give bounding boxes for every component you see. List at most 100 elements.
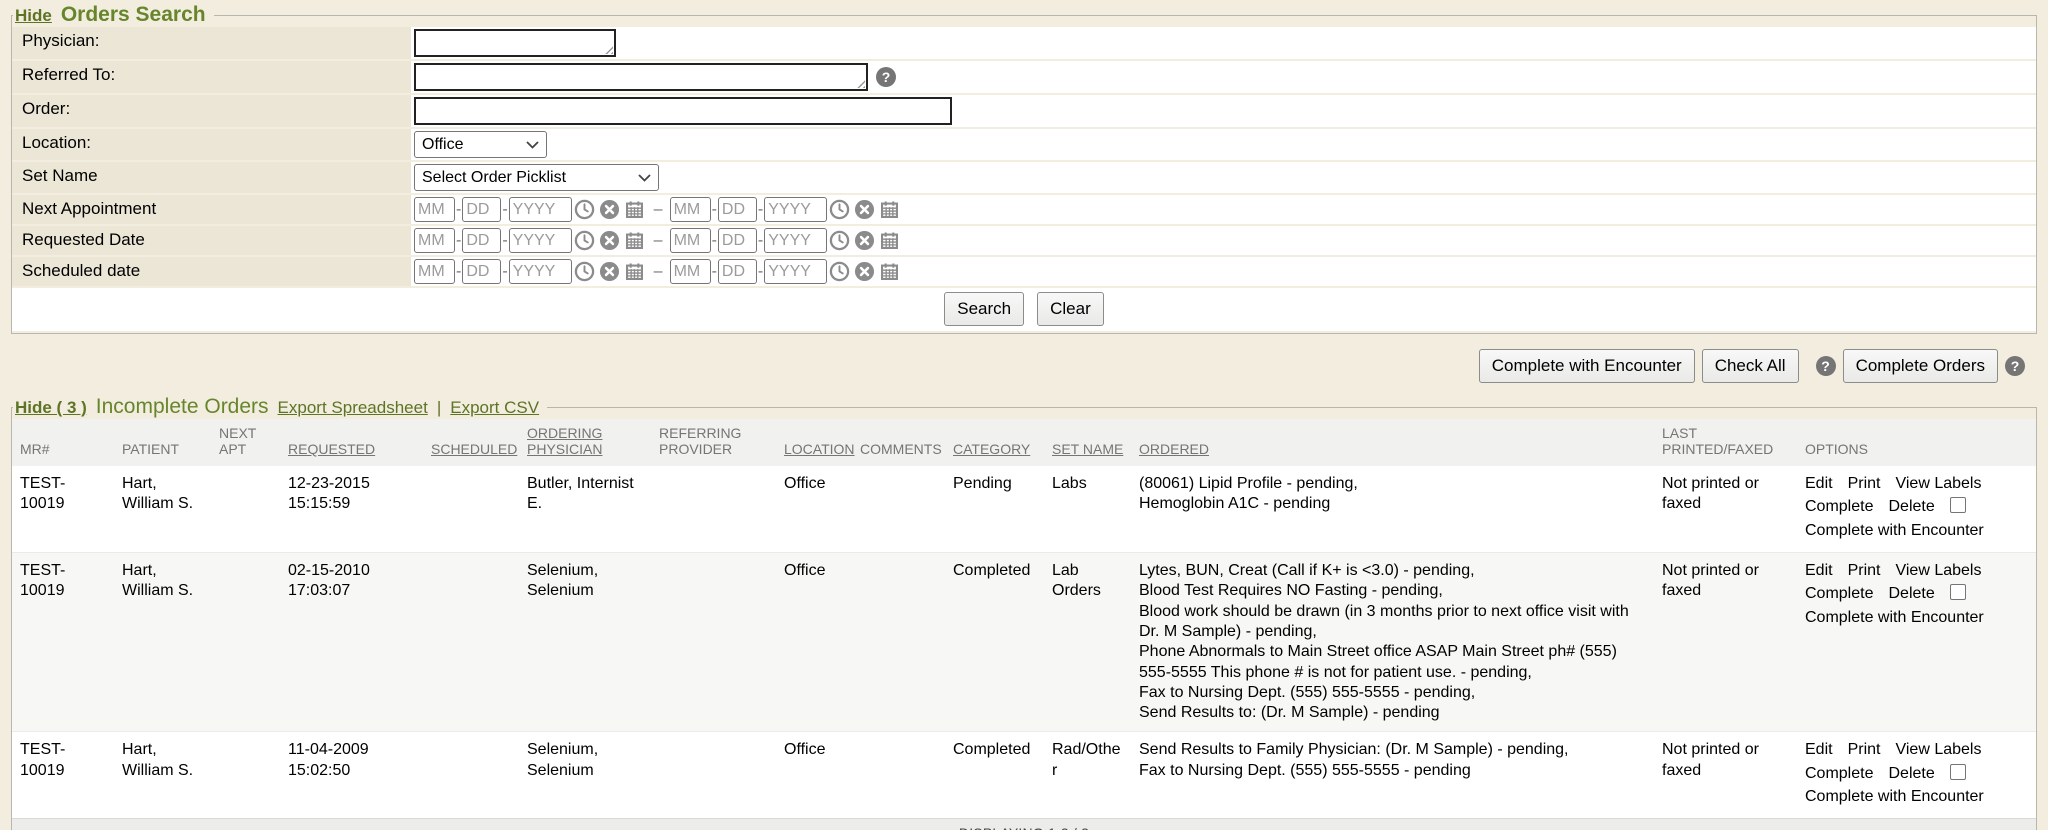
complete-orders-button[interactable]: Complete Orders [1843, 349, 1998, 383]
complete-with-encounter-link[interactable]: Complete with Encounter [1805, 609, 1984, 626]
order-select-checkbox[interactable] [1950, 764, 1966, 780]
table-row: TEST-10019Hart, William S.02-15-2010 17:… [12, 552, 2036, 732]
requested-date-to-year-input[interactable] [764, 228, 827, 253]
clock-icon[interactable] [574, 230, 595, 251]
referred-to-input[interactable] [414, 63, 868, 91]
col-label-requested[interactable]: REQUESTED [288, 441, 375, 457]
requested-date-from-day-input[interactable] [462, 228, 501, 253]
clear-date-icon[interactable] [599, 199, 620, 220]
clear-button[interactable]: Clear [1037, 292, 1104, 326]
hide-orders-link[interactable]: Hide ( 3 ) [15, 398, 87, 418]
ordered-item: Send Results to Family Physician: (Dr. M… [1139, 740, 1648, 760]
calendar-icon[interactable] [879, 230, 900, 251]
scheduled-date-from-month-input[interactable] [414, 259, 455, 284]
complete-with-encounter-button[interactable]: Complete with Encounter [1479, 349, 1695, 383]
calendar-icon[interactable] [879, 261, 900, 282]
requested-date-from-year-input[interactable] [509, 228, 572, 253]
scheduled-date-from-day-input[interactable] [462, 259, 501, 284]
calendar-icon[interactable] [624, 199, 645, 220]
order-select-checkbox[interactable] [1950, 584, 1966, 600]
scheduled-date-to-year-input[interactable] [764, 259, 827, 284]
print-link[interactable]: Print [1848, 475, 1881, 492]
clear-date-icon[interactable] [599, 230, 620, 251]
set-name-select[interactable]: Select Order Picklist [414, 164, 659, 191]
col-label-ordered[interactable]: ORDERED [1139, 441, 1209, 457]
location-select[interactable]: Office [414, 131, 547, 158]
hide-search-link[interactable]: Hide [15, 6, 52, 26]
order-select-checkbox[interactable] [1950, 497, 1966, 513]
scheduled-date-to-day-input[interactable] [718, 259, 757, 284]
view-labels-link[interactable]: View Labels [1895, 741, 1981, 758]
clock-icon[interactable] [574, 261, 595, 282]
complete-link[interactable]: Complete [1805, 498, 1873, 515]
cell-location: Office [776, 552, 852, 732]
next-appointment-to-year-input[interactable] [764, 197, 827, 222]
col-requested[interactable]: REQUESTED [280, 419, 423, 466]
clock-icon[interactable] [829, 199, 850, 220]
next-appointment-from-month-input[interactable] [414, 197, 455, 222]
cell-patient: Hart, William S. [114, 466, 211, 552]
col-label-scheduled[interactable]: SCHEDULED [431, 441, 517, 457]
clear-date-icon[interactable] [854, 261, 875, 282]
col-label-set-name[interactable]: SET NAME [1052, 441, 1123, 457]
physician-input[interactable] [414, 29, 616, 57]
print-link[interactable]: Print [1848, 562, 1881, 579]
col-set-name[interactable]: SET NAME [1044, 419, 1131, 466]
col-scheduled[interactable]: SCHEDULED [423, 419, 519, 466]
col-label-options: OPTIONS [1805, 441, 1868, 457]
help-icon[interactable]: ? [876, 67, 896, 87]
delete-link[interactable]: Delete [1888, 765, 1934, 782]
search-button[interactable]: Search [944, 292, 1024, 326]
next-appointment-from-day-input[interactable] [462, 197, 501, 222]
view-labels-link[interactable]: View Labels [1895, 475, 1981, 492]
cell-scheduled [423, 732, 519, 819]
order-input[interactable] [414, 97, 952, 125]
clock-icon[interactable] [829, 261, 850, 282]
clock-icon[interactable] [574, 199, 595, 220]
col-label-next-apt: NEXT APT [219, 425, 256, 457]
check-all-button[interactable]: Check All [1702, 349, 1799, 383]
next-appointment-to-day-input[interactable] [718, 197, 757, 222]
scheduled-date-to-month-input[interactable] [670, 259, 711, 284]
export-csv-link[interactable]: Export CSV [450, 398, 539, 418]
field-area-physician [411, 27, 2036, 59]
cell-last-printed-faxed: Not printed or faxed [1654, 732, 1797, 819]
col-label-category[interactable]: CATEGORY [953, 441, 1030, 457]
requested-date-from-month-input[interactable] [414, 228, 455, 253]
view-labels-link[interactable]: View Labels [1895, 562, 1981, 579]
requested-date-to-month-input[interactable] [670, 228, 711, 253]
col-category[interactable]: CATEGORY [945, 419, 1044, 466]
calendar-icon[interactable] [879, 199, 900, 220]
help-icon[interactable]: ? [1816, 356, 1836, 376]
clear-date-icon[interactable] [854, 199, 875, 220]
edit-link[interactable]: Edit [1805, 741, 1833, 758]
next-appointment-from-year-input[interactable] [509, 197, 572, 222]
clear-date-icon[interactable] [854, 230, 875, 251]
scheduled-date-from-year-input[interactable] [509, 259, 572, 284]
export-spreadsheet-link[interactable]: Export Spreadsheet [278, 398, 428, 418]
col-ordered[interactable]: ORDERED [1131, 419, 1654, 466]
col-ordering-physician[interactable]: ORDERING PHYSICIAN [519, 419, 651, 466]
calendar-icon[interactable] [624, 230, 645, 251]
complete-link[interactable]: Complete [1805, 585, 1873, 602]
col-label-location[interactable]: LOCATION [784, 441, 855, 457]
complete-with-encounter-link[interactable]: Complete with Encounter [1805, 788, 1984, 805]
help-icon[interactable]: ? [2005, 356, 2025, 376]
col-label-ordering-physician[interactable]: ORDERING PHYSICIAN [527, 425, 602, 457]
clock-icon[interactable] [829, 230, 850, 251]
next-appointment-to-month-input[interactable] [670, 197, 711, 222]
delete-link[interactable]: Delete [1888, 585, 1934, 602]
requested-date-to-day-input[interactable] [718, 228, 757, 253]
field-label-set-name: Set Name [12, 162, 411, 193]
complete-with-encounter-link[interactable]: Complete with Encounter [1805, 522, 1984, 539]
cell-set-name: Labs [1044, 466, 1131, 552]
print-link[interactable]: Print [1848, 741, 1881, 758]
calendar-icon[interactable] [624, 261, 645, 282]
delete-link[interactable]: Delete [1888, 498, 1934, 515]
clear-date-icon[interactable] [599, 261, 620, 282]
col-location[interactable]: LOCATION [776, 419, 852, 466]
edit-link[interactable]: Edit [1805, 562, 1833, 579]
ordered-item: Fax to Nursing Dept. (555) 555-5555 - pe… [1139, 683, 1648, 703]
edit-link[interactable]: Edit [1805, 475, 1833, 492]
complete-link[interactable]: Complete [1805, 765, 1873, 782]
